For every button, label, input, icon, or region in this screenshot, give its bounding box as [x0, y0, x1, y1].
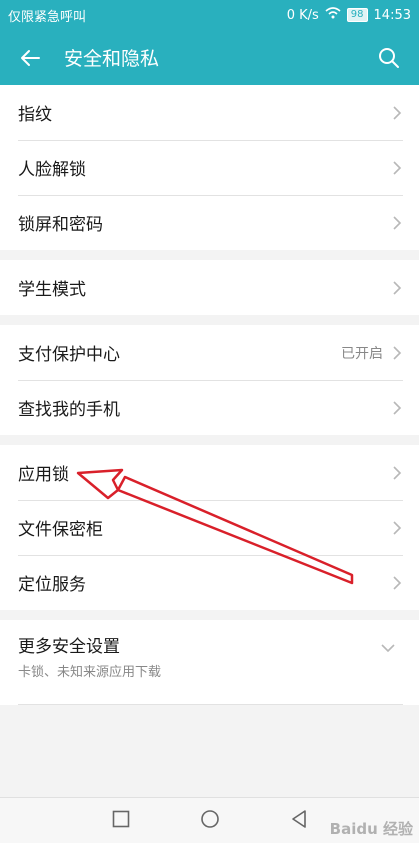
item-label: 文件保密柜: [18, 520, 103, 540]
settings-item-app-lock[interactable]: 应用锁: [0, 445, 419, 500]
item-label: 指纹: [18, 105, 52, 125]
group-divider: [0, 610, 419, 620]
app-bar: 安全和隐私: [0, 30, 419, 85]
more-security-settings[interactable]: 更多安全设置 卡锁、未知来源应用下载: [0, 620, 419, 705]
settings-item-location-services[interactable]: 定位服务: [0, 555, 419, 610]
back-nav-button[interactable]: [290, 809, 308, 833]
item-label: 学生模式: [18, 280, 86, 300]
settings-list: 指纹 人脸解锁 锁屏和密码 学生模式 支付保护中心 已开启 查找我的手机 应用锁…: [0, 85, 419, 705]
recent-apps-button[interactable]: [112, 810, 130, 832]
item-label: 人脸解锁: [18, 160, 86, 180]
watermark-text: Baidu 经验: [329, 820, 413, 838]
settings-item-file-safe[interactable]: 文件保密柜: [0, 500, 419, 555]
group-divider: [0, 315, 419, 325]
clock: 14:53: [373, 7, 411, 23]
more-settings-subtitle: 卡锁、未知来源应用下载: [18, 665, 162, 680]
battery-indicator: 98: [346, 8, 368, 22]
item-label: 查找我的手机: [18, 400, 120, 420]
settings-item-lockscreen-password[interactable]: 锁屏和密码: [0, 195, 419, 250]
more-settings-title: 更多安全设置: [18, 637, 120, 657]
chevron-right-icon: [393, 105, 402, 120]
back-arrow-icon: [21, 49, 40, 66]
group-divider: [0, 250, 419, 260]
settings-item-student-mode[interactable]: 学生模式: [0, 260, 419, 315]
triangle-back-icon: [291, 809, 306, 828]
settings-group-3: 支付保护中心 已开启 查找我的手机: [0, 325, 419, 435]
settings-group-1: 指纹 人脸解锁 锁屏和密码: [0, 85, 419, 250]
square-icon: [112, 810, 129, 827]
search-icon: [379, 47, 399, 68]
settings-group-2: 学生模式: [0, 260, 419, 315]
wifi-icon: [325, 7, 341, 23]
chevron-right-icon: [393, 280, 402, 295]
settings-item-payment-protection[interactable]: 支付保护中心 已开启: [0, 325, 419, 380]
status-icons: 0 K/s 98 14:53: [287, 7, 411, 23]
settings-item-face-unlock[interactable]: 人脸解锁: [0, 140, 419, 195]
item-label: 锁屏和密码: [18, 215, 103, 235]
chevron-right-icon: [393, 400, 402, 415]
chevron-right-icon: [393, 575, 402, 590]
settings-group-4: 应用锁 文件保密柜 定位服务: [0, 445, 419, 610]
group-divider: [0, 435, 419, 445]
page-title: 安全和隐私: [64, 48, 160, 70]
item-label: 支付保护中心: [18, 345, 120, 365]
settings-item-fingerprint[interactable]: 指纹: [0, 85, 419, 140]
item-label: 应用锁: [18, 465, 69, 485]
chevron-right-icon: [393, 215, 402, 230]
search-button[interactable]: [359, 30, 419, 85]
chevron-right-icon: [393, 345, 402, 360]
back-button[interactable]: [0, 30, 60, 85]
watermark: Baidu 经验: [330, 818, 413, 839]
carrier-text: 仅限紧急呼叫: [8, 9, 87, 25]
chevron-right-icon: [393, 465, 402, 480]
item-status-value: 已开启: [341, 345, 383, 362]
chevron-down-icon: [381, 644, 395, 653]
circle-icon: [200, 809, 219, 828]
settings-item-find-my-phone[interactable]: 查找我的手机: [0, 380, 419, 435]
item-label: 定位服务: [18, 575, 86, 595]
network-speed: 0 K/s: [286, 7, 319, 23]
chevron-right-icon: [393, 160, 402, 175]
chevron-right-icon: [393, 520, 402, 535]
home-button[interactable]: [200, 809, 220, 833]
status-bar: 仅限紧急呼叫 0 K/s 98 14:53: [0, 0, 419, 30]
